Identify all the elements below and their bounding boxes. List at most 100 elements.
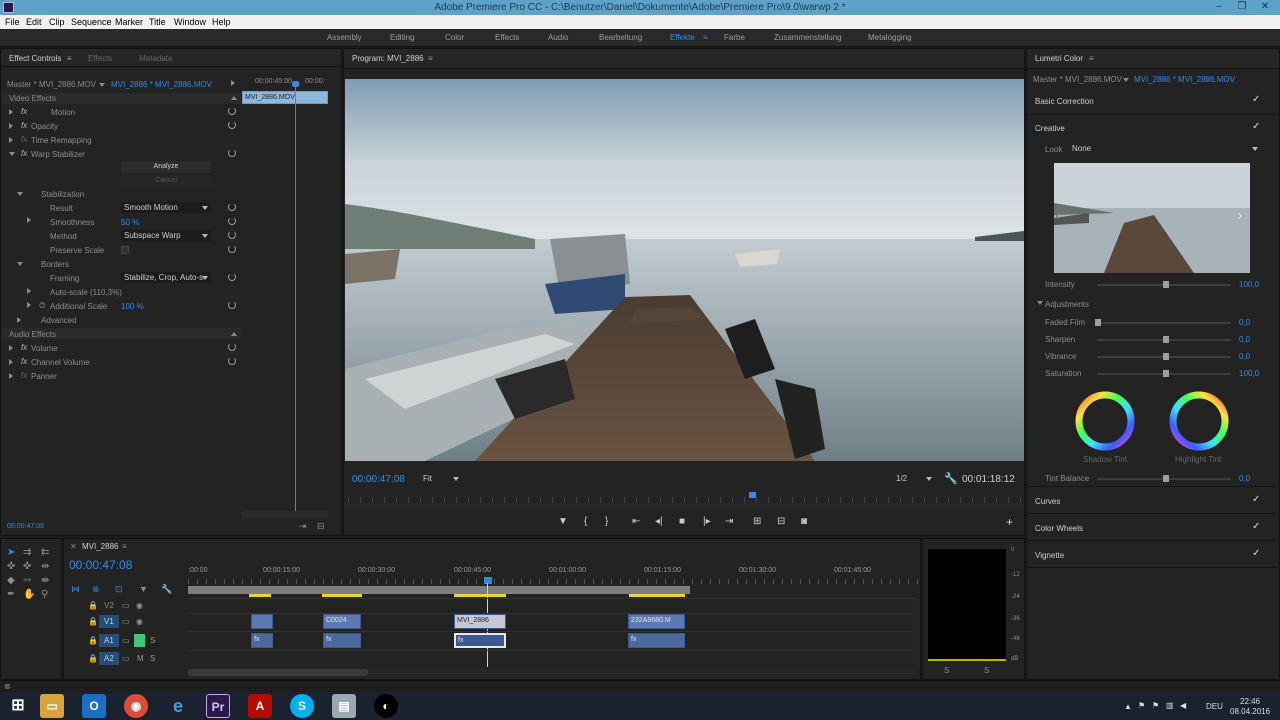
tray-icon[interactable]: ⚑ <box>1138 701 1145 710</box>
effect-warp-stabilizer[interactable]: Warp Stabilizer <box>31 150 85 159</box>
expand-volume-icon[interactable] <box>9 345 13 351</box>
menu-marker[interactable]: Marker <box>115 17 143 27</box>
result-dropdown[interactable]: Smooth Motion <box>121 202 211 213</box>
expand-additional-scale-icon[interactable] <box>27 302 31 308</box>
acrobat-icon[interactable]: A <box>248 694 272 718</box>
menu-window[interactable]: Window <box>174 17 206 27</box>
effect-controls-timecode[interactable]: 00:00:47:08 <box>7 523 44 530</box>
reset-icon[interactable] <box>228 217 236 225</box>
premiere-pro-taskbar-icon[interactable]: Pr <box>206 694 230 718</box>
mini-playhead-handle[interactable] <box>292 81 299 87</box>
framing-dropdown[interactable]: Stabilize, Crop, Auto-s <box>121 272 211 283</box>
play-icon[interactable]: |▸ <box>703 516 711 527</box>
effect-panner[interactable]: Panner <box>31 372 57 381</box>
intensity-slider-knob[interactable] <box>1163 281 1169 288</box>
workspace-effekte[interactable]: Effekte <box>670 33 695 42</box>
outlook-icon[interactable]: O <box>82 694 106 718</box>
selection-tool-icon[interactable]: ➤ <box>7 547 15 558</box>
button-editor-plus-icon[interactable]: + <box>1006 515 1013 529</box>
zoom-tool-icon[interactable]: ⚲ <box>41 589 48 600</box>
ripple-edit-tool-icon[interactable]: ✜ <box>7 561 15 572</box>
reset-icon[interactable] <box>228 343 236 351</box>
program-zoom-scrollbar[interactable] <box>344 503 1024 509</box>
intensity-value[interactable]: 100,0 <box>1239 280 1259 289</box>
fx-icon[interactable]: fx <box>21 371 27 380</box>
file-explorer-icon[interactable]: ▭ <box>40 694 64 718</box>
solo-track-button[interactable]: S <box>150 636 155 645</box>
panel-menu-icon[interactable]: ≡ <box>1089 54 1094 63</box>
eye-icon[interactable]: ◉ <box>136 601 143 610</box>
audio-clip[interactable]: fx <box>323 633 361 648</box>
panel-menu-icon[interactable]: ≡ <box>67 54 72 63</box>
lock-icon[interactable]: 🔒 <box>88 654 98 663</box>
fit-dropdown[interactable]: Fit <box>420 473 462 484</box>
razor-tool-icon[interactable]: ◆ <box>7 575 15 586</box>
track-select-backward-icon[interactable]: ⇇ <box>41 547 49 558</box>
cancel-button[interactable]: Cancel <box>121 175 211 187</box>
expand-smoothness-icon[interactable] <box>27 217 31 223</box>
creative-toggle[interactable]: ✓ <box>1252 122 1261 132</box>
curves-toggle[interactable]: ✓ <box>1252 495 1261 505</box>
video-clip-mvi2886[interactable]: MVI_2886 <box>454 614 506 629</box>
wrench-icon[interactable]: 🔧 <box>161 584 172 595</box>
workspace-metalogging[interactable]: Metalogging <box>868 33 912 42</box>
menu-clip[interactable]: Clip <box>49 17 65 27</box>
linked-selection-icon[interactable]: ⊗ <box>92 584 100 595</box>
expand-time-remapping-icon[interactable] <box>9 137 13 143</box>
video-clip-c0024[interactable]: C0024 <box>323 614 361 629</box>
vibrance-value[interactable]: 0,0 <box>1239 352 1250 361</box>
minimize-button[interactable]: – <box>1208 1 1230 13</box>
add-marker-icon[interactable]: ▼ <box>558 516 568 527</box>
tab-metadata[interactable]: Metadata <box>139 54 172 63</box>
slip-tool-icon[interactable]: ⇿ <box>23 575 31 586</box>
lock-icon[interactable]: 🔒 <box>88 601 98 610</box>
workspace-zusammenstellung[interactable]: Zusammenstellung <box>774 33 842 42</box>
workspace-menu-icon[interactable]: ≡ <box>703 33 708 42</box>
color-wheels-section[interactable]: Color Wheels <box>1035 524 1083 533</box>
mark-in-icon[interactable]: { <box>584 516 587 527</box>
maximize-button[interactable]: ❐ <box>1231 1 1253 13</box>
prev-look-icon[interactable]: ‹ <box>1055 207 1060 225</box>
solo-left-button[interactable]: S <box>944 666 949 675</box>
reset-icon[interactable] <box>228 245 236 253</box>
stopwatch-icon[interactable]: ⏱ <box>39 301 45 311</box>
tray-arrow-icon[interactable]: ▲ <box>1124 702 1132 711</box>
method-dropdown[interactable]: Subspace Warp <box>121 230 211 241</box>
menu-edit[interactable]: Edit <box>26 17 42 27</box>
volume-icon[interactable]: ◀ <box>1180 701 1186 710</box>
mark-out-icon[interactable]: } <box>605 516 608 527</box>
collapse-warp-icon[interactable] <box>9 152 15 156</box>
mute-track-button[interactable]: M <box>137 654 144 663</box>
color-wheels-toggle[interactable]: ✓ <box>1252 522 1261 532</box>
reset-icon[interactable] <box>228 107 236 115</box>
go-to-in-icon[interactable]: ⇤ <box>632 516 640 527</box>
stop-icon[interactable]: ■ <box>679 516 685 527</box>
expand-auto-scale-icon[interactable] <box>27 288 31 294</box>
extract-icon[interactable]: ⊟ <box>777 516 785 527</box>
clock-date[interactable]: 08.04.2016 <box>1230 707 1270 716</box>
resolution-dropdown[interactable]: 1/2 <box>893 473 935 484</box>
close-button[interactable]: ✕ <box>1254 1 1276 13</box>
analyze-button[interactable]: Analyze <box>121 161 211 173</box>
basic-correction-section[interactable]: Basic Correction <box>1035 97 1094 106</box>
solo-right-button[interactable]: S <box>984 666 989 675</box>
workspace-bearbeitung[interactable]: Bearbeitung <box>599 33 642 42</box>
look-dropdown[interactable]: None <box>1069 143 1261 154</box>
effect-motion[interactable]: Motion <box>51 108 75 117</box>
sequence-tab[interactable]: MVI_2886 <box>82 542 118 551</box>
curves-section[interactable]: Curves <box>1035 497 1060 506</box>
toggle-sync-icon[interactable]: ▭ <box>122 636 130 645</box>
next-look-icon[interactable]: › <box>1237 207 1242 225</box>
add-marker-icon[interactable]: ⊡ <box>115 584 123 595</box>
creative-section[interactable]: Creative <box>1035 124 1065 133</box>
workspace-effects[interactable]: Effects <box>495 33 519 42</box>
shadow-tint-wheel[interactable] <box>1073 389 1137 453</box>
workspace-editing[interactable]: Editing <box>390 33 414 42</box>
network-icon[interactable]: ▥ <box>1166 701 1174 710</box>
camera-icon[interactable]: ◙ <box>801 516 807 527</box>
audio-clip-selected[interactable]: fx <box>454 633 506 648</box>
faded-film-slider-knob[interactable] <box>1095 319 1101 326</box>
panel-menu-icon[interactable]: ≡ <box>428 54 433 63</box>
expand-motion-icon[interactable] <box>9 109 13 115</box>
reset-icon[interactable] <box>228 121 236 129</box>
